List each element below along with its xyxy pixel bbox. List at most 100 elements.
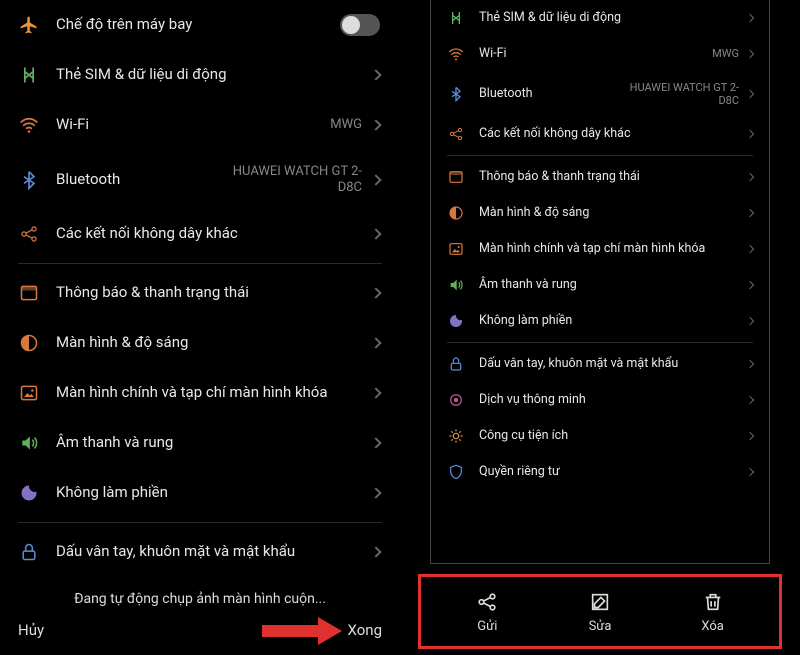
row-value: HUAWEI WATCH GT 2-D8C xyxy=(222,164,362,195)
row-label: Các kết nối không dây khác xyxy=(56,224,362,244)
chevron-right-icon xyxy=(746,468,754,476)
chevron-right-icon xyxy=(746,50,754,58)
wireless-icon xyxy=(18,223,40,245)
divider xyxy=(447,155,753,156)
chevron-right-icon xyxy=(746,281,754,289)
row-label: Màn hình & độ sáng xyxy=(479,205,739,221)
chevron-right-icon xyxy=(370,288,381,299)
settings-row-airplane[interactable]: Chế độ trên máy bay xyxy=(0,0,400,50)
row-label: Âm thanh và rung xyxy=(479,277,739,293)
settings-row-dnd: Không làm phiền xyxy=(431,303,769,339)
share-icon xyxy=(476,591,498,613)
row-label: Màn hình & độ sáng xyxy=(56,333,362,353)
chevron-right-icon xyxy=(746,360,754,368)
action-bar: Gửi Sửa Xóa xyxy=(418,574,782,649)
row-label: Chế độ trên máy bay xyxy=(56,15,340,35)
row-value: HUAWEI WATCH GT 2-D8C xyxy=(629,81,739,107)
wifi-icon xyxy=(447,45,465,63)
row-label: Màn hình chính và tạp chí màn hình khóa xyxy=(56,383,362,403)
lock-icon xyxy=(18,541,40,563)
row-label: Bluetooth xyxy=(479,86,629,102)
chevron-right-icon xyxy=(746,209,754,217)
done-button[interactable]: Xong xyxy=(347,621,382,639)
row-label: Quyền riêng tư xyxy=(479,464,739,480)
sound-icon xyxy=(18,432,40,454)
settings-row-wifi[interactable]: Wi-FiMWG xyxy=(0,100,400,150)
settings-row-sim: Thẻ SIM & dữ liệu di động xyxy=(431,0,769,36)
privacy-icon xyxy=(447,463,465,481)
row-label: Dấu vân tay, khuôn mặt và mật khẩu xyxy=(56,542,362,562)
chevron-right-icon xyxy=(370,174,381,185)
row-label: Không làm phiền xyxy=(479,313,739,329)
chevron-right-icon xyxy=(370,488,381,499)
chevron-right-icon xyxy=(370,547,381,558)
wireless-icon xyxy=(447,125,465,143)
sim-icon xyxy=(18,64,40,86)
settings-row-bluetooth[interactable]: BluetoothHUAWEI WATCH GT 2-D8C xyxy=(0,150,400,209)
settings-row-bluetooth: BluetoothHUAWEI WATCH GT 2-D8C xyxy=(431,72,769,116)
settings-row-sim[interactable]: Thẻ SIM & dữ liệu di động xyxy=(0,50,400,100)
phone-right: Thẻ SIM & dữ liệu di độngWi-FiMWGBluetoo… xyxy=(400,0,800,655)
row-value: MWG xyxy=(330,117,362,133)
bluetooth-icon xyxy=(447,85,465,103)
edit-icon xyxy=(589,591,611,613)
dnd-icon xyxy=(18,482,40,504)
delete-button[interactable]: Xóa xyxy=(678,591,748,634)
wallpaper-icon xyxy=(18,382,40,404)
edit-button[interactable]: Sửa xyxy=(565,591,635,634)
divider xyxy=(18,522,382,523)
settings-row-sound[interactable]: Âm thanh và rung xyxy=(0,418,400,468)
chevron-right-icon xyxy=(370,438,381,449)
divider xyxy=(18,263,382,264)
divider xyxy=(447,342,753,343)
chevron-right-icon xyxy=(370,119,381,130)
settings-row-sound: Âm thanh và rung xyxy=(431,267,769,303)
lock-icon xyxy=(447,355,465,373)
share-button[interactable]: Gửi xyxy=(452,591,522,634)
settings-row-wifi: Wi-FiMWG xyxy=(431,36,769,72)
settings-row-display: Màn hình & độ sáng xyxy=(431,195,769,231)
row-label: Bluetooth xyxy=(56,170,222,190)
chevron-right-icon xyxy=(370,338,381,349)
chevron-right-icon xyxy=(370,229,381,240)
chevron-right-icon xyxy=(746,90,754,98)
phone-left: Chế độ trên máy bay Thẻ SIM & dữ liệu di … xyxy=(0,0,400,655)
settings-row-display[interactable]: Màn hình & độ sáng xyxy=(0,318,400,368)
row-label: Dấu vân tay, khuôn mặt và mật khẩu xyxy=(479,356,739,372)
settings-row-wallpaper: Màn hình chính và tạp chí màn hình khóa xyxy=(431,231,769,267)
delete-icon xyxy=(702,591,724,613)
settings-list-right: Thẻ SIM & dữ liệu di độngWi-FiMWGBluetoo… xyxy=(431,0,769,490)
settings-row-notification[interactable]: Thông báo & thanh trạng thái xyxy=(0,268,400,318)
tools-icon xyxy=(447,427,465,445)
chevron-right-icon xyxy=(746,173,754,181)
settings-row-wireless: Các kết nối không dây khác xyxy=(431,116,769,152)
toggle-switch[interactable] xyxy=(340,14,380,36)
bluetooth-icon xyxy=(18,169,40,191)
screenshot-preview: Thẻ SIM & dữ liệu di độngWi-FiMWGBluetoo… xyxy=(430,0,770,564)
settings-row-smart: Dịch vụ thông minh xyxy=(431,382,769,418)
settings-row-privacy: Quyền riêng tư xyxy=(431,454,769,490)
chevron-right-icon xyxy=(746,432,754,440)
notification-icon xyxy=(18,282,40,304)
row-label: Thẻ SIM & dữ liệu di động xyxy=(56,65,362,85)
notification-icon xyxy=(447,168,465,186)
chevron-right-icon xyxy=(746,14,754,22)
action-label: Xóa xyxy=(701,619,724,634)
wallpaper-icon xyxy=(447,240,465,258)
chevron-right-icon xyxy=(370,388,381,399)
row-label: Wi-Fi xyxy=(56,115,330,135)
row-label: Công cụ tiện ích xyxy=(479,428,739,444)
cancel-button[interactable]: Hủy xyxy=(18,621,44,639)
row-label: Thông báo & thanh trạng thái xyxy=(56,283,362,303)
chevron-right-icon xyxy=(746,396,754,404)
settings-row-lock[interactable]: Dấu vân tay, khuôn mặt và mật khẩu xyxy=(0,527,400,577)
settings-row-wallpaper[interactable]: Màn hình chính và tạp chí màn hình khóa xyxy=(0,368,400,418)
settings-row-wireless[interactable]: Các kết nối không dây khác xyxy=(0,209,400,259)
settings-row-dnd[interactable]: Không làm phiền xyxy=(0,468,400,518)
display-icon xyxy=(447,204,465,222)
arrow-annotation xyxy=(262,617,342,645)
smart-icon xyxy=(447,391,465,409)
display-icon xyxy=(18,332,40,354)
row-label: Âm thanh và rung xyxy=(56,433,362,453)
settings-list-left[interactable]: Chế độ trên máy bay Thẻ SIM & dữ liệu di … xyxy=(0,0,400,581)
